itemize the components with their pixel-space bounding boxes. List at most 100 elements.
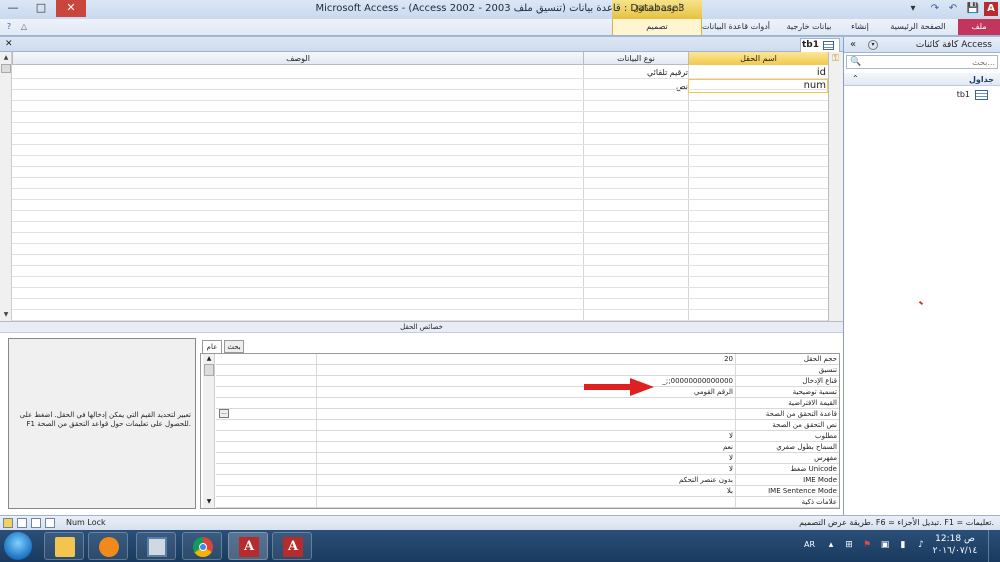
property-row[interactable]: لا مفهرس: [216, 453, 839, 464]
help-icon[interactable]: ?: [2, 19, 16, 35]
scroll-thumb[interactable]: [204, 364, 214, 376]
scroll-up-icon[interactable]: ▲: [204, 355, 214, 362]
taskbar-media-player-button[interactable]: [88, 532, 128, 560]
property-row[interactable]: نص التحقق من الصحة: [216, 420, 839, 431]
chevron-up-icon[interactable]: ⌃: [852, 74, 859, 83]
clock-date[interactable]: ٢٠١٦/٠٧/١٤: [930, 546, 980, 556]
column-divider: [688, 65, 689, 321]
tab-home[interactable]: الصفحة الرئيسية: [880, 19, 956, 35]
property-row[interactable]: علامات ذكية: [216, 497, 839, 508]
tab-file[interactable]: ملف: [958, 19, 1000, 35]
property-row[interactable]: لا ضغط Unicode: [216, 464, 839, 475]
property-value[interactable]: [316, 365, 736, 376]
column-header-description[interactable]: الوصف: [12, 52, 583, 65]
taskbar-access-button[interactable]: A: [272, 532, 312, 560]
tab-lookup[interactable]: بحث: [224, 340, 244, 353]
property-value[interactable]: 20: [316, 354, 736, 365]
property-value[interactable]: لا: [316, 464, 736, 475]
search-icon[interactable]: 🔍: [850, 57, 861, 67]
nav-item-tb1[interactable]: tb1: [844, 88, 1000, 102]
nav-item-label: tb1: [956, 90, 970, 99]
show-desktop-button[interactable]: [988, 530, 1000, 562]
nav-group-tables[interactable]: ⌃ جداول: [844, 73, 1000, 86]
close-window-button[interactable]: ✕: [56, 0, 86, 17]
access-app-icon[interactable]: A: [984, 2, 998, 16]
pivotchart-view-icon[interactable]: [45, 518, 55, 528]
tab-external-data[interactable]: بيانات خارجية: [778, 19, 840, 35]
close-icon[interactable]: ✕: [5, 39, 13, 49]
clock-time[interactable]: 12:18 ص: [930, 534, 980, 544]
property-value[interactable]: الرقم القومي: [316, 387, 736, 398]
property-row[interactable]: 20 حجم الحقل: [216, 354, 839, 365]
tray-windows-icon[interactable]: ⊞: [844, 540, 854, 550]
scroll-up-icon[interactable]: ▲: [1, 53, 11, 63]
action-center-flag-icon[interactable]: ⚑: [862, 540, 872, 550]
collapse-nav-icon[interactable]: «: [850, 39, 856, 50]
property-row[interactable]: القيمة الافتراضية: [216, 398, 839, 409]
property-row[interactable]: لا مطلوب: [216, 431, 839, 442]
status-bar: Num Lock طريقة عرض التصميم. F6 = تبديل ا…: [0, 515, 1000, 530]
table-icon: [975, 90, 988, 100]
minimize-button[interactable]: —: [0, 0, 26, 17]
tray-app-icon[interactable]: ▣: [880, 540, 890, 550]
property-value[interactable]: لا: [316, 453, 736, 464]
field-properties-header: خصائص الحقل: [0, 322, 843, 333]
scroll-down-icon[interactable]: ▼: [204, 498, 214, 505]
nav-dropdown-icon[interactable]: ▾: [868, 40, 878, 50]
tab-create[interactable]: إنشاء: [842, 19, 878, 35]
pivottable-view-icon[interactable]: [31, 518, 41, 528]
property-row[interactable]: نعم السماح بطول صفري: [216, 442, 839, 453]
network-signal-icon[interactable]: ▮: [898, 540, 908, 550]
taskbar-network-button[interactable]: [136, 532, 176, 560]
property-row[interactable]: بلا IME Sentence Mode: [216, 486, 839, 497]
property-label: نص التحقق من الصحة: [772, 421, 837, 429]
datasheet-view-icon[interactable]: [17, 518, 27, 528]
field-name-cell[interactable]: id: [776, 67, 826, 78]
tab-general[interactable]: عام: [202, 340, 222, 353]
property-scrollbar[interactable]: ▲ ▼: [203, 354, 215, 508]
maximize-button[interactable]: □: [28, 0, 54, 17]
design-view-icon[interactable]: [3, 518, 13, 528]
taskbar-explorer-button[interactable]: [44, 532, 84, 560]
property-value[interactable]: بلا: [316, 486, 736, 497]
nav-search-input[interactable]: [875, 56, 995, 68]
save-icon[interactable]: 💾: [966, 2, 980, 16]
undo-icon[interactable]: ↶: [946, 2, 960, 16]
property-value[interactable]: نعم: [316, 442, 736, 453]
redo-icon[interactable]: ↷: [928, 2, 942, 16]
taskbar-access-button[interactable]: A: [228, 532, 268, 560]
property-value[interactable]: [316, 420, 736, 431]
property-row[interactable]: _;;00000000000000 قناع الإدخال: [216, 376, 839, 387]
tab-database-tools[interactable]: أدوات قاعدة البيانات: [696, 19, 776, 35]
property-value[interactable]: _;;00000000000000: [316, 376, 736, 387]
expression-builder-button[interactable]: ...: [219, 409, 229, 418]
language-indicator[interactable]: AR: [804, 540, 815, 549]
property-value[interactable]: [316, 497, 736, 508]
minimize-ribbon-icon[interactable]: △: [18, 19, 30, 35]
property-value[interactable]: بدون عنصر التحكم: [316, 475, 736, 486]
grid-row-line: [12, 287, 828, 288]
property-row[interactable]: الرقم القومي تسمية توضيحية: [216, 387, 839, 398]
tray-chevron-icon[interactable]: ▴: [826, 540, 836, 550]
tab-design[interactable]: تصميم: [612, 19, 702, 35]
grid-scrollbar[interactable]: ▲ ▼: [0, 52, 12, 321]
volume-icon[interactable]: ♪: [916, 540, 926, 550]
taskbar-chrome-button[interactable]: [182, 532, 222, 560]
data-type-cell[interactable]: ترقيم تلقائي: [600, 68, 688, 77]
scroll-thumb[interactable]: [1, 64, 11, 73]
nav-pane-header[interactable]: « ▾ كافة كائنات Access: [844, 37, 1000, 53]
customize-qat-button[interactable]: ▾: [906, 2, 920, 16]
property-value[interactable]: [316, 409, 736, 420]
property-row[interactable]: بدون عنصر التحكم IME Mode: [216, 475, 839, 486]
document-tab-tb1[interactable]: tb1: [800, 38, 840, 52]
scroll-down-icon[interactable]: ▼: [1, 310, 11, 320]
column-header-field-name[interactable]: اسم الحقل: [688, 52, 828, 65]
property-value[interactable]: [316, 398, 736, 409]
property-row[interactable]: قاعدة التحقق من الصحة...: [216, 409, 839, 420]
property-value[interactable]: لا: [316, 431, 736, 442]
grid-row-line: [12, 144, 828, 145]
row-selector-column[interactable]: ⚿: [828, 52, 843, 321]
start-button[interactable]: [4, 532, 32, 560]
property-row[interactable]: تنسيق: [216, 365, 839, 376]
column-header-data-type[interactable]: نوع البيانات: [583, 52, 688, 65]
